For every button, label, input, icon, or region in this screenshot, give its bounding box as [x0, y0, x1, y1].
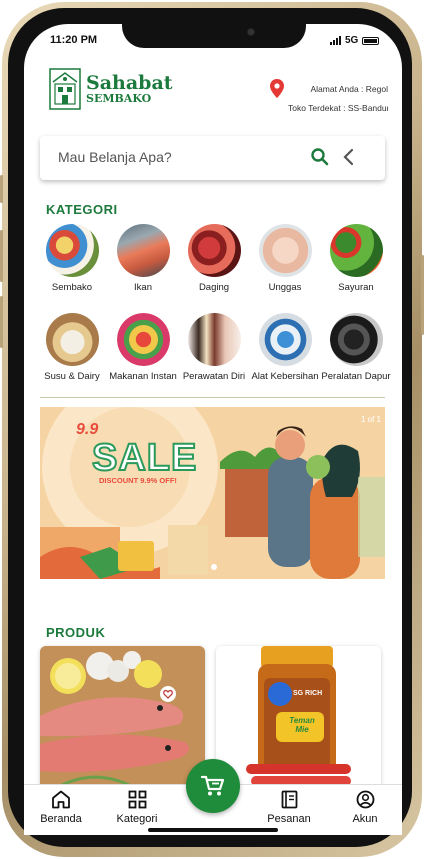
home-indicator[interactable] — [148, 828, 278, 832]
nav-categories-label: Kategori — [116, 813, 158, 825]
network-label: 5G — [345, 35, 359, 46]
cart-icon — [201, 775, 225, 796]
banner-counter: 1 of 1 — [360, 415, 381, 424]
notch — [122, 24, 306, 48]
category-label: Peralatan Dapur — [321, 371, 391, 382]
nav-orders-label: Pesanan — [267, 813, 311, 825]
chevron-left-icon[interactable] — [341, 147, 357, 167]
category-item-peralatan-dapur[interactable]: Peralatan Dapur — [321, 313, 391, 384]
product-card[interactable] — [40, 646, 205, 796]
category-item-unggas[interactable]: Unggas — [250, 224, 320, 295]
category-item-sembako[interactable]: Sembako — [37, 224, 107, 295]
category-label: Alat Kebersihan — [251, 371, 319, 382]
brand-title: Sahabat — [86, 72, 173, 94]
search-bar[interactable]: Mau Belanja Apa? — [40, 136, 385, 180]
dairy-icon — [45, 313, 99, 366]
nav-account[interactable]: Akun — [335, 790, 395, 825]
category-label: Unggas — [268, 282, 302, 293]
promo-headline: SALE — [91, 436, 198, 480]
nav-home-label: Beranda — [40, 813, 82, 825]
favorite-heart-icon[interactable] — [160, 686, 176, 702]
section-divider — [40, 397, 385, 398]
nav-home[interactable]: Beranda — [31, 790, 91, 825]
brand-name: Sahabat SEMBAKO — [86, 72, 173, 105]
vegetables-icon — [329, 224, 383, 277]
groceries-icon — [45, 224, 99, 277]
status-icons: 5G — [330, 35, 380, 46]
volume-down-button — [0, 296, 3, 348]
instant-food-icon — [116, 313, 170, 366]
search-icon[interactable] — [310, 147, 330, 167]
category-label: Makanan Instan — [109, 371, 177, 382]
address-line: Alamat Anda : Regol — [310, 84, 389, 94]
jar-brand-label: SG RICH — [293, 690, 323, 697]
product-section-title: PRODUK — [46, 625, 106, 640]
category-item-ikan[interactable]: Ikan — [108, 224, 178, 295]
kitchenware-icon — [329, 313, 383, 366]
category-item-susu-dairy[interactable]: Susu & Dairy — [37, 313, 107, 384]
cleaning-tools-icon — [258, 313, 312, 366]
search-input[interactable]: Mau Belanja Apa? — [58, 149, 172, 165]
camera-icon — [247, 28, 255, 36]
grid-icon — [128, 790, 146, 809]
status-time: 11:20 PM — [50, 34, 98, 46]
promo-banner[interactable]: 9.9 SALE DISCOUNT 9.9% OFF! 1 of 1 — [40, 407, 385, 579]
nav-categories[interactable]: Kategori — [107, 790, 167, 825]
category-label: Sayuran — [338, 282, 374, 293]
battery-icon — [362, 36, 380, 45]
home-icon — [52, 790, 70, 809]
product-card[interactable]: SG RICH Teman Mie — [216, 646, 381, 796]
fish-icon — [116, 224, 170, 277]
personal-care-icon — [187, 313, 241, 366]
location-pin-icon[interactable] — [270, 79, 284, 98]
category-label: Perawatan Diri — [182, 371, 246, 382]
fish-product-image — [40, 646, 205, 796]
side-button — [0, 175, 3, 203]
category-item-makanan-instan[interactable]: Makanan Instan — [108, 313, 178, 384]
category-label: Susu & Dairy — [44, 371, 100, 382]
orders-book-icon — [281, 790, 297, 809]
category-item-alat-kebersihan[interactable]: Alat Kebersihan — [250, 313, 320, 384]
store-logo-icon — [49, 68, 81, 110]
volume-up-button — [0, 230, 3, 282]
category-label: Sembako — [51, 282, 93, 293]
nearest-store-line: Toko Terdekat : SS-Bandung — [288, 103, 388, 113]
account-icon — [356, 790, 374, 809]
category-item-sayuran[interactable]: Sayuran — [321, 224, 391, 295]
nav-orders[interactable]: Pesanan — [259, 790, 319, 825]
category-item-daging[interactable]: Daging — [179, 224, 249, 295]
meat-icon — [187, 224, 241, 277]
jar-product-label: Teman Mie — [289, 716, 315, 734]
category-label: Daging — [198, 282, 230, 293]
promo-discount: DISCOUNT 9.9% OFF! — [99, 476, 177, 485]
poultry-icon — [258, 224, 312, 277]
address-info[interactable]: Alamat Anda : Regol Toko Terdekat : SS-B… — [288, 80, 388, 118]
category-label: Ikan — [134, 282, 152, 293]
signal-icon — [330, 36, 341, 45]
carousel-indicator[interactable] — [211, 564, 217, 570]
nav-account-label: Akun — [352, 813, 378, 825]
category-item-perawatan-diri[interactable]: Perawatan Diri — [179, 313, 249, 384]
category-section-title: KATEGORI — [46, 202, 118, 217]
cart-button[interactable] — [186, 759, 240, 813]
